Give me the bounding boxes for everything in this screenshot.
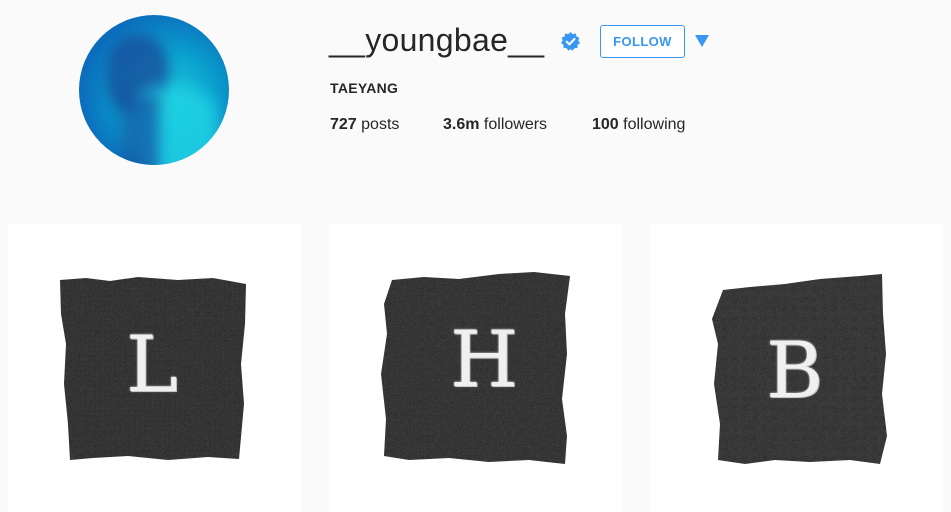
posts-count: 727 bbox=[330, 116, 357, 133]
post-letter: H bbox=[450, 315, 519, 405]
username: __youngbae__ bbox=[329, 22, 545, 58]
stat-following[interactable]: 100 following bbox=[592, 116, 685, 134]
following-label: following bbox=[623, 116, 686, 133]
stat-posts: 727 posts bbox=[330, 116, 399, 134]
post-letter: B bbox=[766, 326, 824, 416]
post-letter: L bbox=[126, 320, 178, 410]
post-tile[interactable]: H bbox=[329, 224, 622, 512]
triangle-down-icon[interactable] bbox=[694, 34, 710, 48]
avatar[interactable] bbox=[79, 15, 229, 165]
profile-page: __youngbae__ FOLLOW TAEYANG 727 posts 3.… bbox=[0, 0, 951, 512]
verified-badge-icon bbox=[561, 32, 580, 51]
following-count: 100 bbox=[592, 116, 619, 133]
avatar-blur-shadow bbox=[121, 95, 159, 165]
followers-count: 3.6m bbox=[443, 116, 480, 133]
full-name: TAEYANG bbox=[330, 80, 399, 96]
posts-label: posts bbox=[361, 116, 400, 133]
follow-button[interactable]: FOLLOW bbox=[600, 25, 685, 58]
post-tile[interactable]: L bbox=[8, 224, 301, 512]
followers-label: followers bbox=[483, 116, 548, 133]
stat-followers[interactable]: 3.6m followers bbox=[443, 116, 547, 134]
post-tile[interactable]: B bbox=[650, 224, 943, 512]
